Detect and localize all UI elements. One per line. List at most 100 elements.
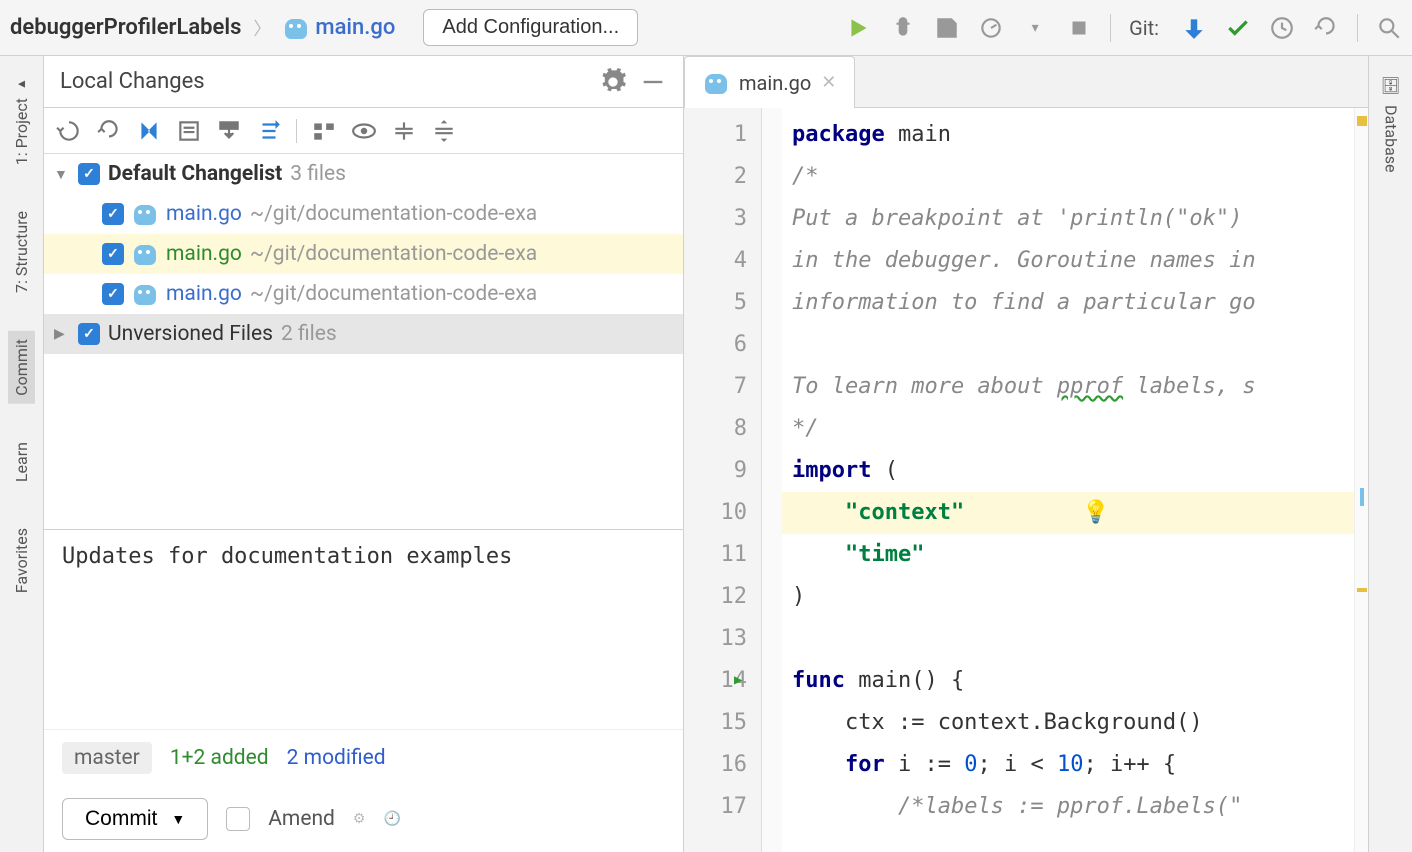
unversioned-node[interactable]: ▶ ✓ Unversioned Files 2 files [44, 314, 683, 354]
shelve-icon[interactable] [216, 118, 242, 144]
code-line[interactable]: for i := 0; i < 10; i++ { [782, 744, 1354, 786]
line-number[interactable]: 8 [684, 408, 761, 450]
search-icon[interactable] [1376, 15, 1402, 41]
line-number[interactable]: 14 [684, 660, 761, 702]
code-line[interactable]: import ( [782, 450, 1354, 492]
run-icon[interactable] [846, 15, 872, 41]
file-row[interactable]: ✓ main.go ~/git/documentation-code-exa [44, 234, 683, 274]
line-number[interactable]: 16 [684, 744, 761, 786]
checkbox[interactable]: ✓ [102, 243, 124, 265]
code-line[interactable]: ) [782, 576, 1354, 618]
code-area[interactable]: ▶ 1234567891011121314151617 💡 package ma… [684, 108, 1368, 852]
intention-bulb-icon[interactable]: 💡 [1082, 500, 1109, 525]
run-gutter-icon[interactable]: ▶ [734, 672, 742, 688]
code-line[interactable]: func main() { [782, 660, 1354, 702]
code-line[interactable]: */ [782, 408, 1354, 450]
tool-structure[interactable]: 7: Structure [8, 203, 35, 301]
tool-project[interactable]: 1: Project▸ [8, 68, 35, 173]
chevron-down-icon[interactable]: ▼ [54, 166, 70, 183]
close-icon[interactable]: ✕ [821, 72, 836, 93]
commit-icon[interactable] [1225, 15, 1251, 41]
code-line[interactable]: "time" [782, 534, 1354, 576]
preview-icon[interactable] [351, 118, 377, 144]
stop-icon[interactable] [1066, 15, 1092, 41]
checkbox[interactable]: ✓ [78, 323, 100, 345]
breadcrumb[interactable]: debuggerProfilerLabels 〉 main.go [10, 15, 395, 41]
commit-message-input[interactable]: Updates for documentation examples [44, 529, 683, 729]
code-line[interactable]: "context" [782, 492, 1354, 534]
code-line[interactable]: ctx := context.Background() [782, 702, 1354, 744]
run-config-button[interactable]: Add Configuration... [423, 9, 638, 46]
file-row[interactable]: ✓ main.go ~/git/documentation-code-exa [44, 194, 683, 234]
file-row[interactable]: ✓ main.go ~/git/documentation-code-exa [44, 274, 683, 314]
branch-label[interactable]: master [62, 742, 152, 774]
gear-icon[interactable]: ⚙ [353, 811, 366, 827]
tool-favorites[interactable]: Favorites [8, 520, 35, 601]
editor-tab[interactable]: main.go ✕ [684, 56, 855, 108]
chevron-down-icon[interactable]: ▼ [171, 811, 185, 827]
minimize-icon[interactable] [639, 68, 667, 96]
commit-button[interactable]: Commit ▼ [62, 798, 208, 840]
checkbox[interactable]: ✓ [78, 163, 100, 185]
amend-checkbox[interactable] [226, 807, 250, 831]
code-line[interactable]: Put a breakpoint at 'println("ok") [782, 198, 1354, 240]
line-number[interactable]: 3 [684, 198, 761, 240]
code-line[interactable] [782, 618, 1354, 660]
line-number[interactable]: 11 [684, 534, 761, 576]
tool-learn[interactable]: Learn [8, 434, 35, 490]
line-number[interactable]: 5 [684, 282, 761, 324]
changelist-node[interactable]: ▼ ✓ Default Changelist 3 files [44, 154, 683, 194]
file-name: main.go [166, 242, 242, 266]
refresh-icon[interactable] [56, 118, 82, 144]
code-line[interactable] [782, 324, 1354, 366]
code-line[interactable]: To learn more about pprof labels, s [782, 366, 1354, 408]
panel-title: Local Changes [60, 69, 205, 94]
code-line[interactable]: information to find a particular go [782, 282, 1354, 324]
history-icon[interactable] [1269, 15, 1295, 41]
code-content[interactable]: 💡 package main/*Put a breakpoint at 'pri… [782, 108, 1354, 852]
line-number[interactable]: 7 [684, 366, 761, 408]
group-icon[interactable] [311, 118, 337, 144]
line-number[interactable]: 9 [684, 450, 761, 492]
line-number[interactable]: 13 [684, 618, 761, 660]
chevron-right-icon[interactable]: ▶ [54, 326, 70, 342]
breadcrumb-project[interactable]: debuggerProfilerLabels [10, 15, 241, 40]
unshelve-icon[interactable] [256, 118, 282, 144]
code-line[interactable]: /*labels := pprof.Labels(" [782, 786, 1354, 828]
line-number[interactable]: 6 [684, 324, 761, 366]
debug-icon[interactable] [890, 15, 916, 41]
diff-icon[interactable] [136, 118, 162, 144]
line-number[interactable]: 12 [684, 576, 761, 618]
line-number[interactable]: 17 [684, 786, 761, 828]
tool-commit[interactable]: Commit [8, 331, 35, 404]
line-number[interactable]: 1 [684, 114, 761, 156]
dropdown-icon[interactable]: ▾ [1022, 15, 1048, 41]
line-number[interactable]: 2 [684, 156, 761, 198]
line-gutter[interactable]: ▶ 1234567891011121314151617 [684, 108, 762, 852]
fold-gutter[interactable] [762, 108, 782, 852]
top-toolbar: debuggerProfilerLabels 〉 main.go Add Con… [0, 0, 1412, 56]
checkbox[interactable]: ✓ [102, 203, 124, 225]
rollback-icon[interactable] [96, 118, 122, 144]
code-line[interactable]: /* [782, 156, 1354, 198]
gear-icon[interactable] [599, 68, 627, 96]
update-project-icon[interactable] [1181, 15, 1207, 41]
collapse-icon[interactable] [431, 118, 457, 144]
changelist-icon[interactable] [176, 118, 202, 144]
error-stripe[interactable] [1354, 108, 1368, 852]
line-number[interactable]: 10 [684, 492, 761, 534]
changes-tree[interactable]: ▼ ✓ Default Changelist 3 files ✓ main.go… [44, 154, 683, 529]
history-icon[interactable]: 🕘 [383, 811, 400, 827]
profiler-icon[interactable] [978, 15, 1004, 41]
rollback-icon[interactable] [1313, 15, 1339, 41]
expand-icon[interactable] [391, 118, 417, 144]
line-number[interactable]: 15 [684, 702, 761, 744]
tab-label: main.go [739, 71, 811, 95]
checkbox[interactable]: ✓ [102, 283, 124, 305]
code-line[interactable]: in the debugger. Goroutine names in [782, 240, 1354, 282]
breadcrumb-file[interactable]: main.go [283, 15, 395, 40]
code-line[interactable]: package main [782, 114, 1354, 156]
coverage-icon[interactable] [934, 15, 960, 41]
line-number[interactable]: 4 [684, 240, 761, 282]
tool-database[interactable]: 🗄 Database [1376, 68, 1404, 181]
